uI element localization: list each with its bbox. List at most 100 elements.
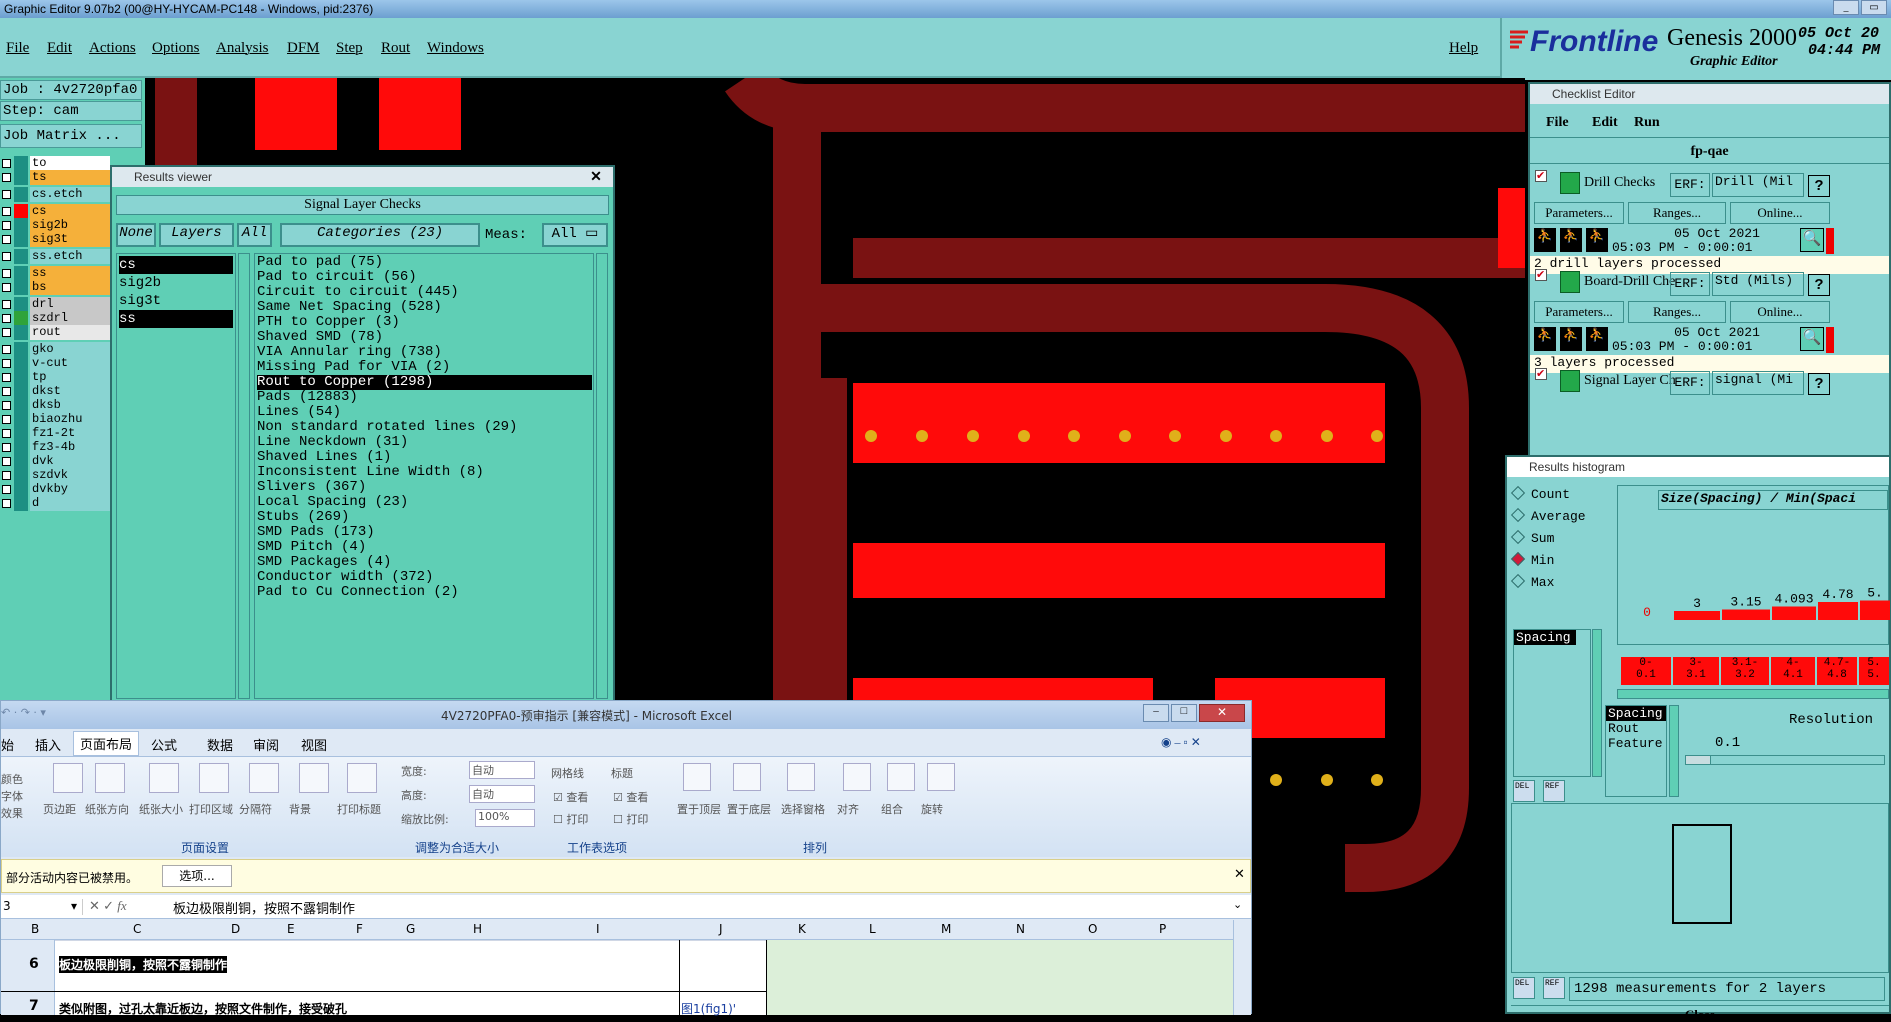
ranges-button[interactable]: Ranges... <box>1628 202 1726 224</box>
ribbon-button-icon[interactable] <box>95 763 125 793</box>
ribbon-button-icon[interactable] <box>149 763 179 793</box>
resolution-slider[interactable] <box>1685 755 1885 765</box>
maximize-button[interactable]: □ <box>1171 704 1197 722</box>
result-category-item[interactable]: Pad to circuit (56) <box>257 270 592 285</box>
layers-button[interactable]: Layers <box>159 223 234 247</box>
histogram-bin[interactable]: 4.7- 4.8 <box>1817 657 1857 685</box>
layer-name[interactable]: rout <box>30 325 110 340</box>
layer-color-swatch[interactable] <box>14 266 28 281</box>
layer-color-swatch[interactable] <box>14 496 28 511</box>
result-layer-item[interactable]: sig2b <box>119 274 233 292</box>
ribbon-button-icon[interactable] <box>249 763 279 793</box>
theme-item[interactable]: 颜色 <box>1 771 23 787</box>
ribbon-button-icon[interactable] <box>887 763 915 791</box>
run-icon[interactable]: ⛹ <box>1560 228 1582 252</box>
layer-row[interactable]: ss <box>0 266 110 281</box>
result-category-item[interactable]: Non standard rotated lines (29) <box>257 420 592 435</box>
layer-name[interactable]: cs.etch <box>30 187 110 202</box>
categories-button[interactable]: Categories (23) <box>280 223 480 247</box>
layer-checkbox[interactable] <box>2 415 11 424</box>
ranges-button[interactable]: Ranges... <box>1628 301 1726 323</box>
online-button[interactable]: Online... <box>1730 301 1830 323</box>
none-button[interactable]: None <box>116 223 156 247</box>
layer-name[interactable]: d <box>30 496 110 511</box>
layer-color-swatch[interactable] <box>14 297 28 312</box>
ribbon-button-icon[interactable] <box>347 763 377 793</box>
layer-name[interactable]: to <box>30 156 110 171</box>
layer-checkbox[interactable] <box>2 314 11 323</box>
feature-item[interactable]: Rout <box>1606 721 1666 736</box>
ribbon-button[interactable]: 置于顶层 <box>677 801 721 817</box>
layer-list-scrollbar[interactable] <box>238 253 250 699</box>
layer-checkbox[interactable] <box>2 252 11 261</box>
close-button[interactable]: ✕ <box>1199 704 1245 722</box>
column-header[interactable]: J <box>719 922 723 936</box>
ribbon-button[interactable]: 纸张大小 <box>139 801 183 817</box>
menu-options[interactable]: Options <box>152 40 200 57</box>
layer-checkbox[interactable] <box>2 221 11 230</box>
headings-view-checkbox[interactable]: ☑ 查看 <box>613 789 648 805</box>
meas-select[interactable]: All ▭ <box>542 223 608 247</box>
layer-checkbox[interactable] <box>2 159 11 168</box>
ribbon-button[interactable]: 打印区域 <box>189 801 233 817</box>
column-header[interactable]: N <box>1016 922 1025 936</box>
ribbon-button-icon[interactable] <box>733 763 761 791</box>
feature-item[interactable]: Feature <box>1606 736 1666 751</box>
histogram-bar[interactable] <box>1674 611 1720 620</box>
erf-select[interactable]: Drill (Mil <box>1712 173 1804 197</box>
layer-row[interactable]: cs.etch <box>0 187 110 202</box>
layer-checkbox[interactable] <box>2 401 11 410</box>
layer-row[interactable]: ss.etch <box>0 249 110 264</box>
ribbon-button[interactable]: 纸张方向 <box>85 801 129 817</box>
menu-windows[interactable]: Windows <box>427 40 484 57</box>
layer-checkbox[interactable] <box>2 499 11 508</box>
del-icon[interactable]: DEL <box>1513 780 1535 802</box>
zoom-icon[interactable]: 🔍 <box>1800 327 1824 351</box>
layer-name[interactable]: szdrl <box>30 311 110 326</box>
layer-name[interactable]: dksb <box>30 398 110 413</box>
check-enabled-checkbox[interactable]: ✔ <box>1535 368 1547 380</box>
ribbon-button[interactable]: 置于底层 <box>727 801 771 817</box>
radio-icon[interactable] <box>1510 551 1526 567</box>
layer-checkbox[interactable] <box>2 457 11 466</box>
ribbon-button-icon[interactable] <box>199 763 229 793</box>
layer-color-swatch[interactable] <box>14 170 28 185</box>
close-button[interactable]: Close <box>1511 1005 1889 1022</box>
layer-checkbox[interactable] <box>2 283 11 292</box>
result-category-item[interactable]: Conductor width (372) <box>257 570 592 585</box>
layer-row[interactable]: cs <box>0 204 110 219</box>
options-button[interactable]: 选项... <box>162 865 232 887</box>
column-header[interactable]: D <box>231 922 240 936</box>
formula-icons[interactable]: ✕ ✓ fx <box>89 898 127 914</box>
menu-file[interactable]: File <box>6 40 29 57</box>
online-button[interactable]: Online... <box>1730 202 1830 224</box>
radio-icon[interactable] <box>1510 507 1526 523</box>
run-icon[interactable]: ⛹ <box>1534 327 1556 351</box>
ribbon-button[interactable]: 对齐 <box>837 801 859 817</box>
check-enabled-checkbox[interactable]: ✔ <box>1535 269 1547 281</box>
column-header[interactable]: K <box>798 922 806 936</box>
layer-color-swatch[interactable] <box>14 280 28 295</box>
radio-icon[interactable] <box>1510 573 1526 589</box>
histogram-bin[interactable]: 4- 4.1 <box>1771 657 1815 685</box>
cell-j7[interactable]: 图1(fig1)' <box>681 1000 736 1017</box>
menu-analysis[interactable]: Analysis <box>216 40 269 57</box>
column-header[interactable]: L <box>869 922 876 936</box>
layer-row[interactable]: dvk <box>0 454 110 469</box>
layer-checkbox[interactable] <box>2 359 11 368</box>
ribbon-button[interactable]: 页边距 <box>43 801 76 817</box>
column-header[interactable]: E <box>287 922 295 936</box>
ribbon-button-icon[interactable] <box>53 763 83 793</box>
radio-icon[interactable] <box>1510 485 1526 501</box>
layer-checkbox[interactable] <box>2 235 11 244</box>
close-security-icon[interactable]: ✕ <box>1234 866 1245 882</box>
layer-name[interactable]: ts <box>30 170 110 185</box>
layer-color-swatch[interactable] <box>14 454 28 469</box>
layer-row[interactable]: sig2b <box>0 218 110 233</box>
layer-row[interactable]: biaozhu <box>0 412 110 427</box>
layer-checkbox[interactable] <box>2 429 11 438</box>
layer-checkbox[interactable] <box>2 328 11 337</box>
column-header[interactable]: H <box>473 922 482 936</box>
layer-color-swatch[interactable] <box>14 398 28 413</box>
histogram-bin[interactable]: 0- 0.1 <box>1621 657 1671 685</box>
